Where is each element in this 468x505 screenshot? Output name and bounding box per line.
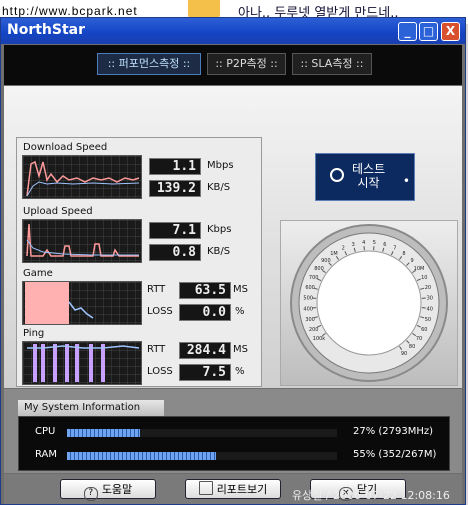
help-label: 도움말: [101, 483, 133, 496]
tab-bar: :: 퍼포먼스측정 :: :: P2P측정 :: :: SLA측정 ::: [4, 45, 462, 85]
ping-label: Ping: [23, 328, 45, 339]
cpu-usage-bar: [67, 429, 337, 437]
game-graph: [22, 281, 142, 325]
gauge-tick-label: 9: [411, 258, 414, 264]
gauge-tick-label: 6: [383, 242, 386, 248]
gauge-tick-label: 4: [362, 240, 365, 246]
download-kbs-display: 139.2: [149, 180, 201, 197]
cpu-value: 27% (2793MHz): [353, 426, 434, 437]
cpu-label: CPU: [35, 426, 56, 437]
ping-rtt-label: RTT: [147, 344, 166, 355]
ping-loss-unit: %: [235, 366, 245, 377]
ping-loss-label: LOSS: [147, 366, 173, 377]
upload-label: Upload Speed: [23, 206, 93, 217]
report-button[interactable]: 리포트보기: [185, 479, 281, 499]
ping-rtt-unit: MS: [233, 344, 248, 355]
metrics-panel: Download Speed 1.1 Mbps 139.2 KB/S Uploa…: [16, 137, 262, 387]
download-kbs-unit: KB/S: [207, 182, 231, 193]
gauge-tick-label: 100k: [313, 336, 326, 342]
gauge-tick-label: 300: [305, 317, 315, 323]
gauge-tick-label: 800: [314, 266, 324, 272]
game-rtt-label: RTT: [147, 284, 166, 295]
ram-value: 55% (352/267M): [353, 449, 437, 460]
gauge-tick-label: 20: [425, 285, 431, 291]
speed-gauge-panel: 100k 200 300 400 500 600 700 800 900 1M 2 3 4 5 6 7 8 9 10…: [280, 220, 458, 386]
upload-kbps-display: 7.1: [149, 222, 201, 239]
download-label: Download Speed: [23, 142, 108, 153]
gauge-tick-label: 400: [303, 306, 313, 312]
gauge-tick-label: 8: [402, 251, 405, 257]
help-icon: ?: [83, 487, 98, 501]
stopwatch-icon: [330, 168, 344, 182]
northstar-window: NorthStar _ □ X :: 퍼포먼스측정 :: :: P2P측정 ::…: [0, 17, 466, 505]
start-test-line2: 시작: [357, 176, 380, 190]
ram-usage-bar: [67, 452, 337, 460]
gauge-tick-label: 2: [342, 246, 345, 252]
performance-panel: Download Speed 1.1 Mbps 139.2 KB/S Uploa…: [4, 86, 462, 388]
tab-performance[interactable]: :: 퍼포먼스측정 ::: [97, 53, 201, 75]
report-icon: [198, 481, 213, 495]
footer-bar: ? 도움말 리포트보기 × 닫기 유상철 / 2006-07-22 12:08:16: [4, 474, 462, 504]
gauge-tick-label: 70: [416, 336, 422, 342]
close-window-button[interactable]: X: [441, 22, 460, 41]
gauge-tick-label: 7: [393, 246, 396, 252]
upload-kbps-unit: Kbps: [207, 224, 232, 235]
gauge-tick-label: 60: [421, 327, 427, 333]
window-title: NorthStar: [7, 22, 86, 38]
menu-dot-icon: •: [402, 174, 410, 188]
game-rtt-unit: MS: [233, 284, 248, 295]
gauge-tick-label: 200: [309, 327, 319, 333]
game-rtt-display: 63.5: [179, 282, 231, 299]
background-url-text: http://www.bcpark.net: [2, 4, 138, 18]
upload-kbs-display: 0.8: [149, 244, 201, 261]
gauge-tick-label: 30: [427, 296, 433, 302]
gauge-tick-label: 80: [409, 344, 415, 350]
start-test-line1: 테스트: [352, 162, 386, 176]
minimize-button[interactable]: _: [398, 22, 417, 41]
system-info-panel: My System Information CPU 27% (2793MHz) …: [4, 389, 462, 473]
maximize-button[interactable]: □: [419, 22, 438, 41]
help-button[interactable]: ? 도움말: [60, 479, 156, 501]
download-mbps-display: 1.1: [149, 158, 201, 175]
download-mbps-unit: Mbps: [207, 160, 234, 171]
upload-graph: [22, 219, 142, 263]
user-timestamp: 유상철 / 2006-07-22 12:08:16: [292, 489, 450, 502]
game-loss-label: LOSS: [147, 306, 173, 317]
game-loss-unit: %: [235, 306, 245, 317]
ping-loss-display: 7.5: [179, 364, 231, 381]
speed-gauge: 100k2003004005006007008009001M23 4 5 678910…: [290, 224, 448, 382]
start-test-label: 테스트 시작: [352, 162, 385, 190]
upload-kbs-unit: KB/S: [207, 246, 231, 257]
report-label: 리포트보기: [216, 483, 268, 496]
gauge-tick-label: 3: [352, 242, 355, 248]
ram-label: RAM: [35, 449, 58, 460]
system-info-title: My System Information: [18, 400, 164, 416]
gauge-tick-label: 40: [427, 306, 433, 312]
gauge-tick-label: 700: [309, 275, 319, 281]
gauge-tick-label: 50: [425, 317, 431, 323]
ram-row: RAM 55% (352/267M): [19, 447, 449, 465]
system-info-box: CPU 27% (2793MHz) RAM 55% (352/267M): [18, 416, 450, 471]
tab-sla[interactable]: :: SLA측정 ::: [292, 53, 372, 75]
cpu-row: CPU 27% (2793MHz): [19, 424, 449, 442]
ping-rtt-display: 284.4: [179, 342, 231, 359]
game-loss-display: 0.0: [179, 304, 231, 321]
title-bar[interactable]: NorthStar _ □ X: [1, 18, 465, 44]
ping-graph: [22, 341, 142, 385]
gauge-tick-label: 600: [305, 285, 315, 291]
cpu-usage-fill: [67, 429, 140, 437]
gauge-tick-label: 500: [303, 296, 313, 302]
gauge-tick-label: 10: [421, 275, 427, 281]
game-label: Game: [23, 268, 53, 279]
gauge-tick-label: 5: [373, 240, 376, 246]
tab-p2p[interactable]: :: P2P측정 ::: [207, 53, 286, 75]
start-test-button[interactable]: 테스트 시작 •: [315, 153, 415, 201]
gauge-tick-label: 90: [401, 351, 407, 357]
ram-usage-fill: [67, 452, 216, 460]
download-graph: [22, 155, 142, 199]
